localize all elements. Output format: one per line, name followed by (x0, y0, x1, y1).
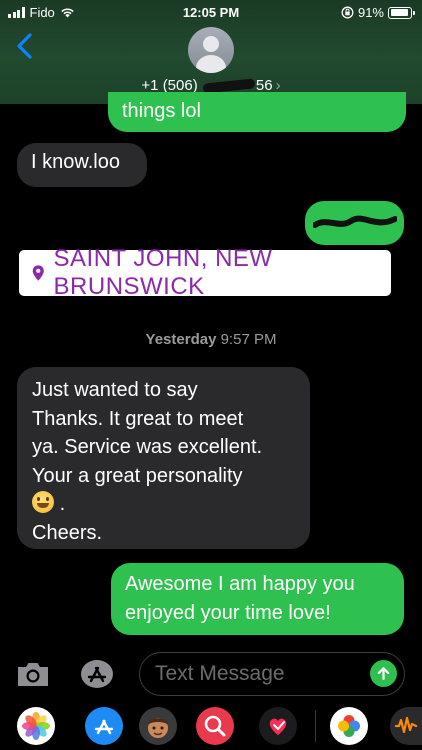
audio-app-icon (394, 716, 418, 734)
camera-button[interactable] (15, 658, 51, 690)
location-sticker[interactable]: SAINT JOHN, NEW BRUNSWICK (19, 245, 391, 300)
message-bubble-sent-redacted[interactable] (305, 201, 404, 245)
orientation-lock-icon (341, 6, 354, 19)
location-pin-icon (32, 265, 44, 281)
appstore-icon (81, 660, 113, 688)
message-line: Just wanted to say (32, 379, 198, 401)
message-bubble-received[interactable]: I know.loo (17, 143, 147, 187)
drawer-divider (315, 710, 316, 742)
timestamp-day: Yesterday (145, 331, 217, 348)
digital-touch-app-button[interactable] (259, 707, 297, 745)
camera-icon (18, 663, 48, 686)
message-line: ya. Service was excellent. (32, 436, 263, 458)
app-drawer (0, 700, 422, 750)
message-input-placeholder: Text Message (155, 662, 285, 685)
web-search-app-icon (204, 715, 226, 737)
status-bar: Fido 12:05 PM 91% (0, 0, 422, 24)
message-timestamp: Yesterday 9:57 PM (0, 331, 422, 348)
web-search-app-button[interactable] (196, 707, 234, 745)
message-bubble-sent[interactable]: things lol (108, 92, 406, 132)
conversation-header: Fido 12:05 PM 91% +1 (506) 56 › (0, 0, 422, 104)
memoji-app-button[interactable] (139, 707, 177, 745)
grinning-emoji-icon (32, 491, 54, 513)
memoji-app-icon (148, 718, 168, 738)
arrow-up-icon (377, 667, 390, 681)
timestamp-time: 9:57 PM (220, 331, 277, 348)
location-text: SAINT JOHN, NEW BRUNSWICK (53, 245, 273, 300)
photos-app-button[interactable] (17, 707, 55, 745)
message-text: things lol (122, 100, 201, 122)
redaction-scribble (313, 215, 397, 228)
battery-percent: 91% (357, 5, 384, 20)
google-photos-app-button[interactable] (330, 707, 368, 745)
message-bubble-received[interactable]: Just wanted to say Thanks. It great to m… (17, 367, 310, 549)
message-text: I know.loo (31, 151, 120, 173)
google-photos-app-icon (338, 715, 360, 737)
message-line: Awesome I am happy you (125, 573, 355, 595)
message-line: Cheers. (32, 521, 103, 544)
message-text: . (59, 493, 66, 515)
message-line: . (32, 490, 295, 519)
battery-group: 91% (341, 5, 415, 20)
message-input[interactable]: Text Message (139, 652, 405, 696)
message-line: enjoyed your time love! (125, 602, 331, 624)
battery-icon (388, 6, 415, 19)
contact-avatar[interactable] (188, 27, 234, 73)
message-line: Thanks. It great to meet (32, 407, 244, 430)
send-button[interactable] (370, 660, 397, 687)
audio-app-button[interactable] (390, 707, 422, 745)
appstore-app-button[interactable] (85, 707, 123, 745)
back-button[interactable] (14, 32, 38, 60)
message-line: Your a great personality (32, 464, 243, 487)
appstore-app-icon (94, 719, 114, 735)
message-bubble-sent[interactable]: Awesome I am happy you enjoyed your time… (111, 563, 404, 635)
apps-button[interactable] (79, 658, 115, 690)
messages-screen: Fido 12:05 PM 91% +1 (506) 56 › things l… (0, 0, 422, 750)
chevron-left-icon (17, 33, 32, 59)
compose-bar: Text Message (0, 648, 422, 700)
digital-touch-app-icon (269, 718, 287, 735)
photos-app-icon (22, 712, 50, 740)
